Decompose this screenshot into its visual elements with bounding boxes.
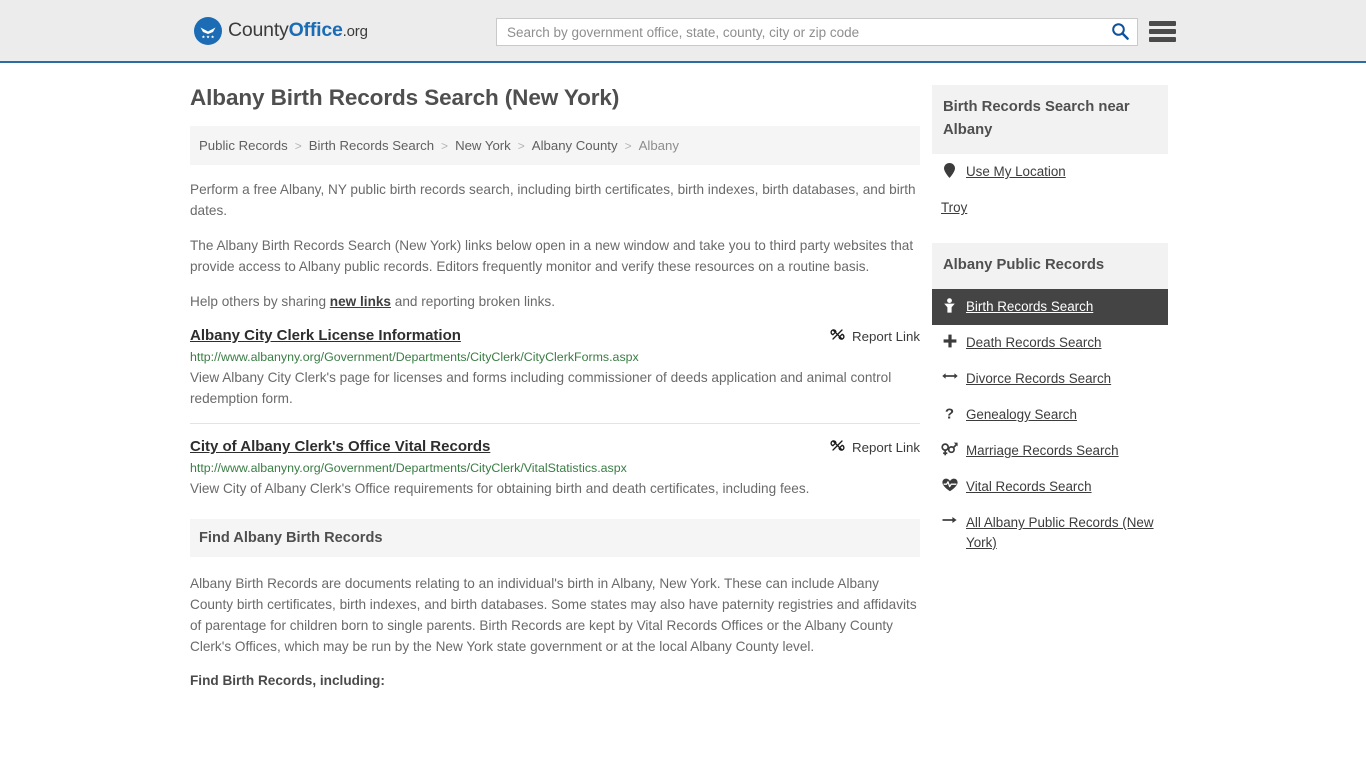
records-panel: Albany Public Records Birth Records Sear… bbox=[932, 243, 1168, 561]
broken-link-icon bbox=[830, 327, 845, 345]
result-item: Albany City Clerk License Information Re… bbox=[190, 326, 920, 409]
result-description: View Albany City Clerk's page for licens… bbox=[190, 370, 892, 406]
brand-wordmark: CountyOffice.org bbox=[228, 19, 368, 42]
sidebar-item-label: Troy bbox=[941, 200, 968, 215]
records-panel-heading: Albany Public Records bbox=[943, 257, 1105, 273]
list-item: Troy bbox=[932, 190, 1168, 226]
breadcrumb-item-public-records[interactable]: Public Records bbox=[199, 138, 288, 153]
report-link-label: Report Link bbox=[852, 439, 920, 455]
sidebar-item-label: Vital Records Search bbox=[966, 479, 1092, 494]
new-links-link[interactable]: new links bbox=[330, 294, 391, 309]
search-input[interactable] bbox=[497, 19, 1103, 45]
sidebar: Birth Records Search near Albany Use My … bbox=[932, 63, 1168, 688]
near-panel: Birth Records Search near Albany Use My … bbox=[932, 85, 1168, 226]
chevron-right-icon: > bbox=[294, 138, 302, 153]
list-item: Death Records Search bbox=[932, 325, 1168, 361]
find-records-body: Albany Birth Records are documents relat… bbox=[190, 576, 917, 654]
hamburger-menu-icon[interactable] bbox=[1149, 19, 1176, 44]
brand-part-org: .org bbox=[342, 23, 368, 40]
help-prefix: Help others by sharing bbox=[190, 294, 330, 309]
broken-link-icon bbox=[830, 438, 845, 456]
list-item: All Albany Public Records (New York) bbox=[932, 505, 1168, 561]
report-link-label: Report Link bbox=[852, 328, 920, 344]
sidebar-item-divorce-records-search[interactable]: Divorce Records Search bbox=[932, 361, 1168, 397]
sidebar-item-death-records-search[interactable]: Death Records Search bbox=[932, 325, 1168, 361]
result-item: City of Albany Clerk's Office Vital Reco… bbox=[190, 437, 920, 499]
sidebar-item-marriage-records-search[interactable]: Marriage Records Search bbox=[932, 433, 1168, 469]
sidebar-item-birth-records-search[interactable]: Birth Records Search bbox=[932, 289, 1168, 325]
sidebar-item-label: Birth Records Search bbox=[966, 299, 1094, 314]
sidebar-item-use-my-location[interactable]: Use My Location bbox=[932, 154, 1168, 190]
baby-icon bbox=[941, 297, 958, 313]
menu-bar-3 bbox=[1149, 37, 1176, 42]
report-link-button[interactable]: Report Link bbox=[830, 437, 920, 456]
sidebar-item-label: Use My Location bbox=[966, 164, 1066, 179]
sidebar-item-label: Death Records Search bbox=[966, 335, 1102, 350]
search-bar bbox=[496, 18, 1138, 46]
report-link-button[interactable]: Report Link bbox=[830, 326, 920, 345]
sidebar-item-vital-records-search[interactable]: Vital Records Search bbox=[932, 469, 1168, 505]
sidebar-item-genealogy-search[interactable]: ? Genealogy Search bbox=[932, 397, 1168, 433]
list-item: ? Genealogy Search bbox=[932, 397, 1168, 433]
intro-paragraph: Perform a free Albany, NY public birth r… bbox=[190, 182, 916, 218]
heart-pulse-icon bbox=[941, 477, 958, 492]
list-item: Vital Records Search bbox=[932, 469, 1168, 505]
breadcrumb-item-birth-records-search[interactable]: Birth Records Search bbox=[309, 138, 434, 153]
eagle-seal-icon bbox=[194, 16, 222, 45]
search-icon bbox=[1111, 22, 1129, 43]
list-item: Use My Location bbox=[932, 154, 1168, 190]
near-panel-heading: Birth Records Search near Albany bbox=[943, 99, 1130, 138]
menu-bar-1 bbox=[1149, 21, 1176, 26]
menu-bar-2 bbox=[1149, 29, 1176, 34]
records-panel-header: Albany Public Records bbox=[932, 243, 1168, 289]
near-panel-list: Use My Location Troy bbox=[932, 154, 1168, 226]
breadcrumb-item-albany: Albany bbox=[638, 138, 679, 153]
list-item: Divorce Records Search bbox=[932, 361, 1168, 397]
page-title: Albany Birth Records Search (New York) bbox=[190, 85, 620, 110]
result-title-link[interactable]: Albany City Clerk License Information bbox=[190, 326, 461, 345]
sidebar-item-troy[interactable]: Troy bbox=[932, 190, 1168, 226]
chevron-right-icon: > bbox=[441, 138, 449, 153]
disclaimer-paragraph: The Albany Birth Records Search (New Yor… bbox=[190, 238, 914, 274]
list-item: Birth Records Search bbox=[932, 289, 1168, 325]
venus-mars-icon bbox=[941, 441, 958, 456]
sidebar-item-all-albany-public-records[interactable]: All Albany Public Records (New York) bbox=[932, 505, 1168, 561]
near-panel-header: Birth Records Search near Albany bbox=[932, 85, 1168, 154]
result-url: http://www.albanyny.org/Government/Depar… bbox=[190, 350, 639, 364]
arrows-split-icon bbox=[941, 369, 958, 382]
brand-part-office: Office bbox=[288, 19, 343, 41]
site-logo-link[interactable]: CountyOffice.org bbox=[194, 16, 368, 45]
question-mark-icon: ? bbox=[941, 405, 958, 421]
sidebar-item-label: All Albany Public Records (New York) bbox=[966, 515, 1154, 550]
chevron-right-icon: > bbox=[517, 138, 525, 153]
brand-part-county: County bbox=[228, 19, 289, 41]
result-url: http://www.albanyny.org/Government/Depar… bbox=[190, 461, 627, 475]
list-item: Marriage Records Search bbox=[932, 433, 1168, 469]
page-body: Albany Birth Records Search (New York) P… bbox=[0, 63, 1366, 688]
breadcrumb: Public Records > Birth Records Search > … bbox=[190, 126, 920, 165]
sidebar-item-label: Genealogy Search bbox=[966, 407, 1077, 422]
search-button[interactable] bbox=[1103, 19, 1137, 45]
chevron-right-icon: > bbox=[624, 138, 632, 153]
breadcrumb-item-albany-county[interactable]: Albany County bbox=[532, 138, 618, 153]
cross-icon bbox=[941, 333, 958, 348]
sidebar-item-label: Divorce Records Search bbox=[966, 371, 1112, 386]
map-pin-icon bbox=[941, 162, 958, 178]
sidebar-item-label: Marriage Records Search bbox=[966, 443, 1119, 458]
find-records-section-header: Find Albany Birth Records bbox=[190, 519, 920, 557]
main-content: Albany Birth Records Search (New York) P… bbox=[190, 63, 920, 688]
result-divider bbox=[190, 423, 920, 424]
breadcrumb-item-new-york[interactable]: New York bbox=[455, 138, 511, 153]
help-paragraph: Help others by sharing new links and rep… bbox=[190, 291, 920, 312]
find-records-heading: Find Albany Birth Records bbox=[199, 530, 383, 546]
records-panel-list: Birth Records Search Death Records Searc… bbox=[932, 289, 1168, 561]
result-description: View City of Albany Clerk's Office requi… bbox=[190, 481, 810, 496]
arrow-right-icon bbox=[941, 513, 958, 526]
result-title-link[interactable]: City of Albany Clerk's Office Vital Reco… bbox=[190, 437, 490, 456]
svg-text:?: ? bbox=[945, 406, 954, 421]
find-records-subheading: Find Birth Records, including: bbox=[190, 673, 385, 688]
help-suffix: and reporting broken links. bbox=[391, 294, 555, 309]
site-header: CountyOffice.org bbox=[0, 0, 1366, 63]
